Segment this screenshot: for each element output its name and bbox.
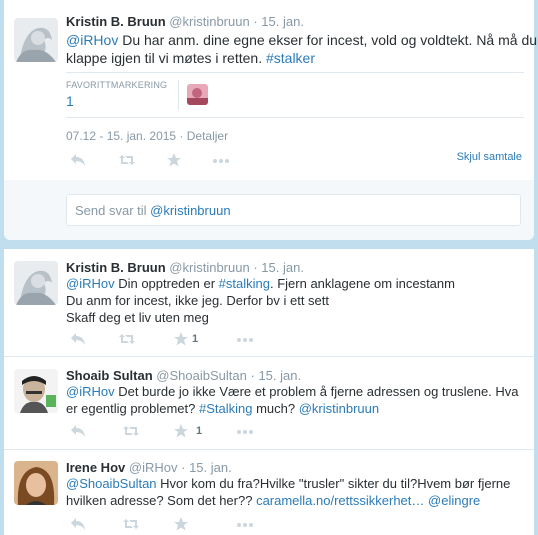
- tweet-header: Irene Hov @iRHov · 15. jan.: [66, 460, 232, 475]
- avatar[interactable]: [14, 261, 58, 305]
- divider: [66, 72, 524, 73]
- tweet-details[interactable]: 07.12 - 15. jan. 2015 · Detaljer: [66, 129, 228, 143]
- author-name[interactable]: Shoaib Sultan: [66, 368, 153, 383]
- tweet-list: Kristin B. Bruun @kristinbruun · 15. jan…: [4, 249, 534, 535]
- mention-link[interactable]: @kristinbruun: [299, 401, 379, 416]
- mention-link[interactable]: @elingre: [428, 493, 480, 508]
- external-link[interactable]: caramella.no/rettssikkerhet…: [256, 493, 424, 508]
- tweet-text-line: Det burde jo ikke Være et problem å fjer…: [114, 384, 519, 399]
- more-icon[interactable]: [212, 153, 230, 171]
- more-icon[interactable]: [236, 332, 254, 350]
- timestamp[interactable]: 15. jan.: [258, 368, 301, 383]
- tweet-item[interactable]: Kristin B. Bruun @kristinbruun · 15. jan…: [4, 249, 534, 356]
- reply-input-mention: @kristinbruun: [150, 203, 231, 218]
- tweet-header: Kristin B. Bruun @kristinbruun · 15. jan…: [66, 14, 304, 29]
- author-handle[interactable]: @kristinbruun: [169, 14, 249, 29]
- tweet-text: @iRHov Du har anm. dine egne ekser for i…: [66, 31, 537, 67]
- timestamp[interactable]: 15. jan.: [261, 260, 304, 275]
- reply-input[interactable]: Send svar til @kristinbruun: [66, 194, 521, 226]
- reply-icon[interactable]: [70, 424, 86, 442]
- favorites-count[interactable]: 1: [66, 93, 74, 109]
- tweet-header: Shoaib Sultan @ShoaibSultan · 15. jan.: [66, 368, 301, 383]
- author-handle[interactable]: @kristinbruun: [169, 260, 249, 275]
- tweet-item[interactable]: Irene Hov @iRHov · 15. jan. @ShoaibSulta…: [4, 450, 534, 535]
- tweet-text-line: much?: [252, 401, 299, 416]
- hashtag-link[interactable]: #stalker: [266, 50, 315, 66]
- reply-icon[interactable]: [70, 153, 86, 171]
- author-name[interactable]: Kristin B. Bruun: [66, 260, 166, 275]
- retweet-icon[interactable]: [118, 332, 136, 350]
- star-icon[interactable]: [174, 517, 188, 535]
- tweet-text-line: . Fjern anklagene om incestanm: [269, 276, 455, 291]
- favoriter-avatar[interactable]: [187, 84, 208, 105]
- avatar[interactable]: [14, 369, 58, 413]
- expanded-conversation: Kristin B. Bruun @kristinbruun · 15. jan…: [4, 0, 537, 240]
- tweet-text-line: Skaff deg et liv uten meg: [66, 310, 209, 325]
- tweet-header: Kristin B. Bruun @kristinbruun · 15. jan…: [66, 260, 304, 275]
- mention-link[interactable]: @iRHov: [66, 276, 115, 291]
- expanded-tweet[interactable]: Kristin B. Bruun @kristinbruun · 15. jan…: [4, 0, 537, 180]
- reply-icon[interactable]: [70, 517, 86, 535]
- tweet-text: @ShoaibSultan Hvor kom du fra?Hvilke "tr…: [66, 475, 516, 509]
- collapse-conversation-link[interactable]: Skjul samtale: [457, 151, 522, 163]
- more-icon[interactable]: [236, 424, 254, 442]
- tweet-text-line: er egentlig problemet?: [66, 401, 199, 416]
- retweet-icon[interactable]: [122, 517, 140, 535]
- author-name[interactable]: Kristin B. Bruun: [66, 14, 166, 29]
- reply-input-prefix: Send svar til: [75, 203, 151, 218]
- star-icon[interactable]: [174, 424, 188, 442]
- tweet-text-line: Hvor kom du fra?Hvilke "trusler" sikter …: [156, 476, 511, 491]
- favorite-count: 1: [196, 425, 203, 437]
- hashtag-link[interactable]: #Stalking: [199, 401, 252, 416]
- favorites-label[interactable]: FAVORITTMARKERING: [66, 80, 167, 90]
- tweet-text: @iRHov Det burde jo ikke Være et problem…: [66, 383, 519, 417]
- tweet-text: @iRHov Din opptreden er #stalking. Fjern…: [66, 275, 516, 326]
- author-handle[interactable]: @iRHov: [129, 460, 178, 475]
- mention-link[interactable]: @iRHov: [66, 32, 118, 48]
- star-icon[interactable]: [167, 153, 181, 171]
- hashtag-link[interactable]: #stalking: [219, 276, 270, 291]
- tweet-text-line: Du anm for incest, ikke jeg. Derfor bv i…: [66, 293, 329, 308]
- star-icon[interactable]: [174, 332, 188, 350]
- divider: [178, 80, 179, 110]
- reply-icon[interactable]: [70, 332, 86, 350]
- separator-dot: ·: [250, 368, 255, 383]
- author-name[interactable]: Irene Hov: [66, 460, 125, 475]
- retweet-icon[interactable]: [118, 153, 136, 171]
- timestamp[interactable]: 15. jan.: [261, 14, 304, 29]
- divider: [66, 117, 524, 118]
- timestamp[interactable]: 15. jan.: [189, 460, 232, 475]
- tweet-text-line: Du har anm. dine egne ekser for incest, …: [118, 32, 538, 48]
- mention-link[interactable]: @iRHov: [66, 384, 115, 399]
- retweet-icon[interactable]: [122, 424, 140, 442]
- tweet-item[interactable]: Shoaib Sultan @ShoaibSultan · 15. jan. @…: [4, 357, 534, 449]
- separator-dot: ·: [253, 260, 258, 275]
- tweet-text-line: hvilken adresse? Som det her??: [66, 493, 257, 508]
- mention-link[interactable]: @ShoaibSultan: [66, 476, 157, 491]
- author-handle[interactable]: @ShoaibSultan: [156, 368, 247, 383]
- tweet-text-line: Din opptreden er: [114, 276, 219, 291]
- favorite-count: 1: [192, 333, 199, 345]
- avatar[interactable]: [14, 18, 58, 62]
- tweet-text-line: klappe igjen til vi møtes i retten.: [66, 50, 266, 66]
- separator-dot: ·: [181, 460, 186, 475]
- avatar[interactable]: [14, 461, 58, 505]
- separator-dot: ·: [253, 14, 258, 29]
- more-icon[interactable]: [236, 517, 254, 535]
